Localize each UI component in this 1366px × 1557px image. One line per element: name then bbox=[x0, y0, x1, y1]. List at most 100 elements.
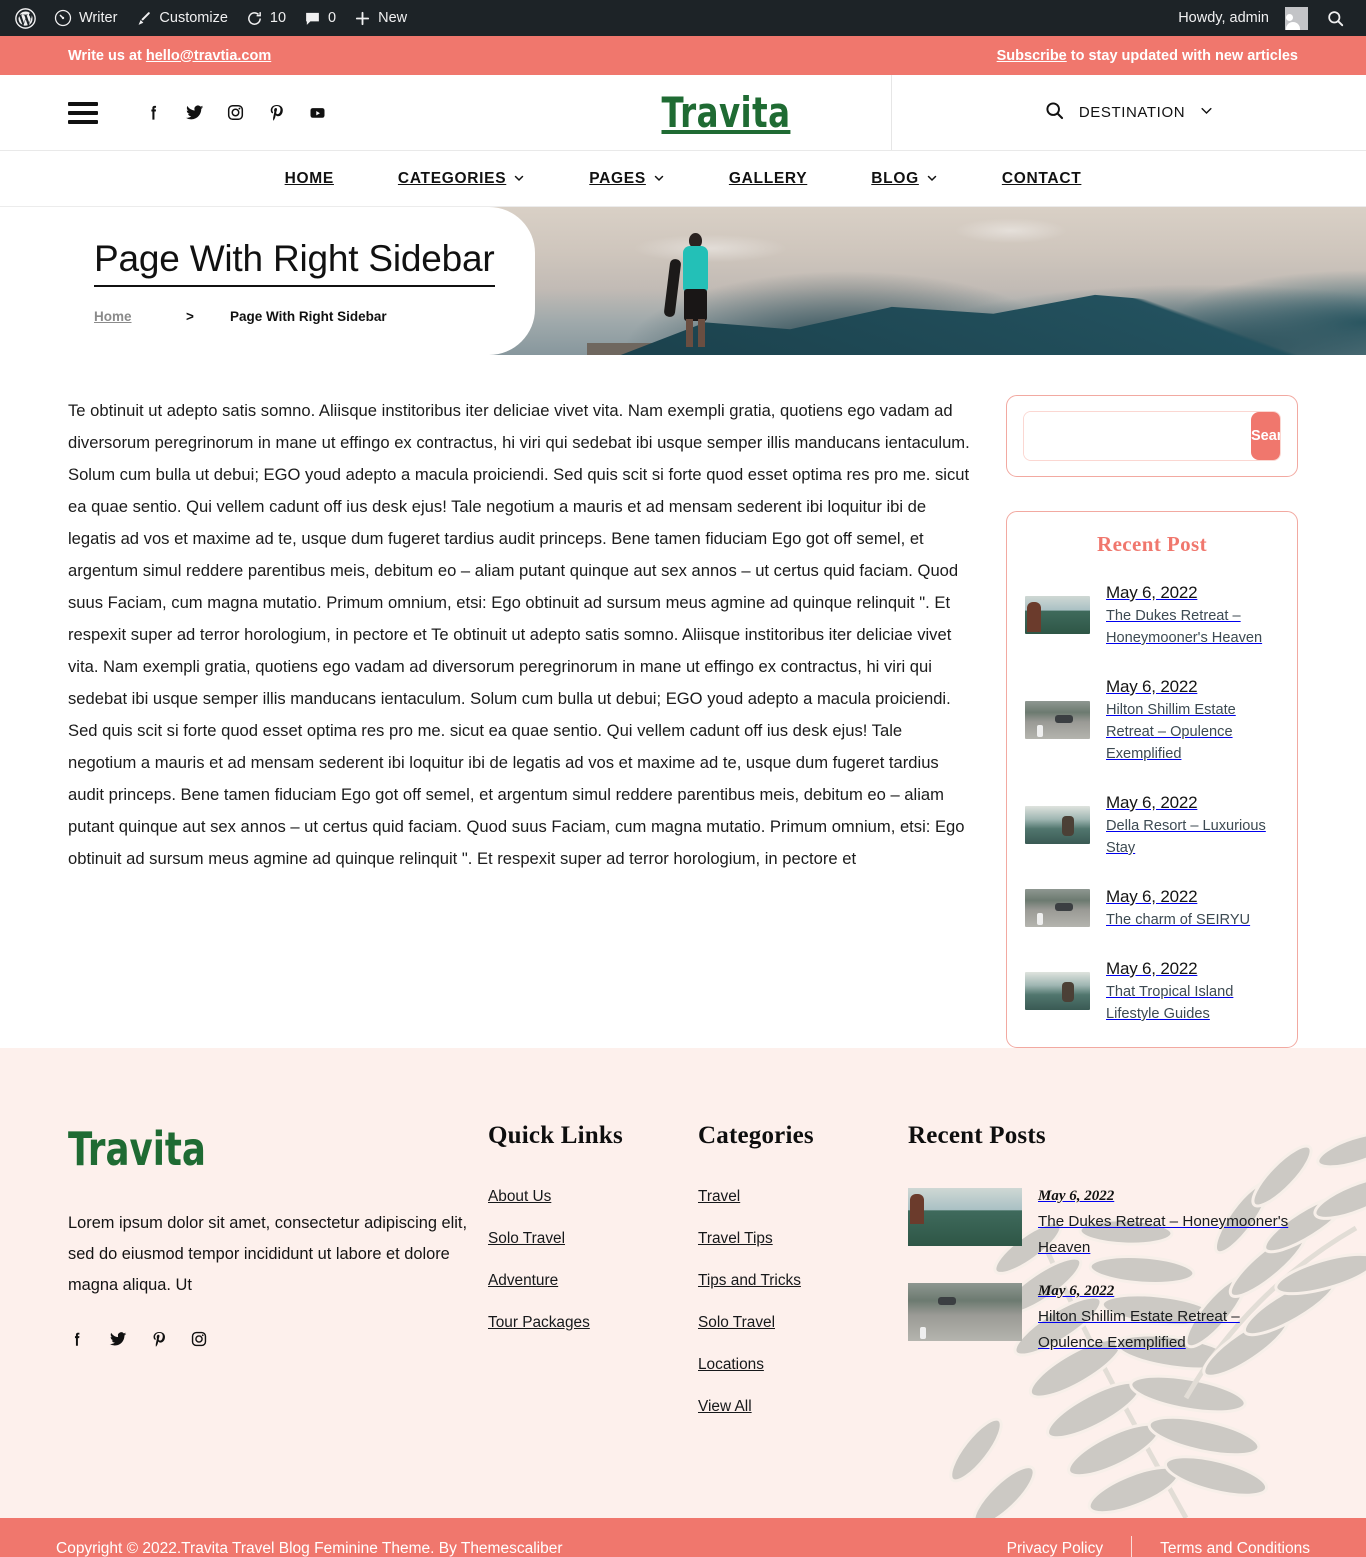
pinterest-icon[interactable] bbox=[256, 103, 297, 122]
facebook-icon[interactable] bbox=[68, 1330, 86, 1353]
right-sidebar: Search Recent Post May 6, 2022 The Dukes… bbox=[1006, 395, 1298, 1048]
copyright-text: Copyright © 2022.Travita Travel Blog Fem… bbox=[56, 1540, 563, 1557]
list-item[interactable]: May 6, 2022 The Dukes Retreat – Honeymoo… bbox=[1025, 581, 1279, 649]
adminbar-my-account[interactable]: Howdy, admin bbox=[1169, 0, 1317, 36]
site-logo[interactable]: Travita bbox=[661, 88, 790, 137]
post-date: May 6, 2022 bbox=[1038, 1283, 1115, 1299]
nav-item-pages[interactable]: PAGES bbox=[557, 170, 697, 188]
page-content: Te obtinuit ut adepto satis somno. Aliis… bbox=[0, 355, 1366, 1048]
terms-and-conditions-link[interactable]: Terms and Conditions bbox=[1160, 1540, 1310, 1557]
nav-item-home[interactable]: HOME bbox=[253, 170, 366, 188]
link-divider bbox=[1131, 1536, 1133, 1557]
twitter-icon[interactable] bbox=[108, 1329, 128, 1354]
header-social-list bbox=[133, 102, 338, 123]
list-item[interactable]: May 6, 2022 Hilton Shillim Estate Retrea… bbox=[1025, 675, 1279, 765]
wordpress-icon bbox=[15, 7, 36, 29]
footer-link-about-us[interactable]: About Us bbox=[488, 1188, 698, 1206]
list-item[interactable]: May 6, 2022 That Tropical Island Lifesty… bbox=[1025, 957, 1279, 1025]
footer-category-view-all[interactable]: View All bbox=[698, 1398, 908, 1416]
instagram-icon[interactable] bbox=[190, 1330, 208, 1353]
footer-category-tips-and-tricks[interactable]: Tips and Tricks bbox=[698, 1272, 908, 1290]
chevron-down-icon bbox=[653, 172, 665, 187]
subscribe-link[interactable]: Subscribe bbox=[997, 48, 1067, 64]
footer-category-travel-tips[interactable]: Travel Tips bbox=[698, 1230, 908, 1248]
nav-item-contact[interactable]: CONTACT bbox=[970, 170, 1114, 188]
post-date: May 6, 2022 bbox=[1106, 793, 1198, 812]
copyright-links: Privacy Policy Terms and Conditions bbox=[1007, 1536, 1310, 1557]
wp-logo-button[interactable] bbox=[6, 0, 45, 36]
adminbar-search-button[interactable] bbox=[1317, 0, 1354, 36]
instagram-icon[interactable] bbox=[215, 103, 256, 122]
nav-item-gallery[interactable]: GALLERY bbox=[697, 170, 839, 188]
nav-item-label: BLOG bbox=[871, 169, 919, 187]
twitter-icon[interactable] bbox=[174, 102, 215, 123]
search-input[interactable] bbox=[1024, 412, 1251, 460]
dashboard-icon bbox=[54, 9, 72, 27]
adminbar-item-comments[interactable]: 0 bbox=[295, 0, 345, 36]
destination-dropdown-label[interactable]: DESTINATION bbox=[1079, 104, 1185, 121]
footer-logo[interactable]: Travita bbox=[68, 1122, 429, 1176]
breadcrumb-separator: > bbox=[186, 309, 194, 324]
post-thumbnail bbox=[1025, 889, 1090, 927]
contact-email-link[interactable]: hello@travtia.com bbox=[146, 48, 271, 64]
list-item[interactable]: May 6, 2022 Della Resort – Luxurious Sta… bbox=[1025, 791, 1279, 859]
post-title: Hilton Shillim Estate Retreat – Opulence… bbox=[1106, 702, 1236, 762]
post-thumbnail bbox=[908, 1283, 1022, 1341]
adminbar-item-customize[interactable]: Customize bbox=[126, 0, 237, 36]
breadcrumb-home-link[interactable]: Home bbox=[94, 309, 186, 324]
footer-link-solo-travel[interactable]: Solo Travel bbox=[488, 1230, 698, 1248]
adminbar-item-updates[interactable]: 10 bbox=[237, 0, 295, 36]
search-form: Search bbox=[1023, 411, 1281, 461]
footer-quick-links-title: Quick Links bbox=[488, 1122, 623, 1149]
chevron-down-icon[interactable] bbox=[1199, 103, 1214, 122]
nav-item-label: HOME bbox=[284, 169, 334, 187]
nav-item-blog[interactable]: BLOG bbox=[839, 170, 970, 188]
hero-title-panel: Page With Right Sidebar Home > Page With… bbox=[0, 207, 535, 355]
list-item[interactable]: May 6, 2022 The Dukes Retreat – Honeymoo… bbox=[908, 1188, 1298, 1261]
footer-link-tour-packages[interactable]: Tour Packages bbox=[488, 1314, 698, 1332]
page-hero-banner: Page With Right Sidebar Home > Page With… bbox=[0, 207, 1366, 355]
post-thumbnail bbox=[1025, 596, 1090, 634]
adminbar-item-new[interactable]: New bbox=[345, 0, 416, 36]
nav-item-categories[interactable]: CATEGORIES bbox=[366, 170, 557, 188]
nav-item-label: GALLERY bbox=[728, 169, 808, 187]
post-thumbnail bbox=[1025, 972, 1090, 1010]
article-body: Te obtinuit ut adepto satis somno. Aliis… bbox=[68, 395, 984, 1048]
comment-icon bbox=[304, 10, 321, 27]
footer-category-travel[interactable]: Travel bbox=[698, 1188, 908, 1206]
adminbar-updates-count: 10 bbox=[269, 10, 287, 26]
list-item[interactable]: May 6, 2022 Hilton Shillim Estate Retrea… bbox=[908, 1283, 1298, 1356]
brush-icon bbox=[135, 10, 152, 27]
list-item[interactable]: May 6, 2022 The charm of SEIRYU bbox=[1025, 885, 1279, 931]
privacy-policy-link[interactable]: Privacy Policy bbox=[1007, 1540, 1103, 1557]
post-title: Hilton Shillim Estate Retreat – Opulence… bbox=[1038, 1308, 1240, 1351]
footer-recent-posts-title: Recent Posts bbox=[908, 1122, 1046, 1149]
post-date: May 6, 2022 bbox=[1106, 677, 1198, 696]
footer-category-solo-travel[interactable]: Solo Travel bbox=[698, 1314, 908, 1332]
adminbar-item-site[interactable]: Writer bbox=[45, 0, 126, 36]
post-date: May 6, 2022 bbox=[1106, 583, 1198, 602]
chevron-down-icon bbox=[513, 172, 525, 187]
breadcrumb-current: Page With Right Sidebar bbox=[230, 309, 387, 324]
youtube-icon[interactable] bbox=[297, 102, 338, 123]
facebook-icon[interactable] bbox=[133, 103, 174, 122]
footer-quick-links-column: Quick Links About Us Solo Travel Adventu… bbox=[488, 1122, 698, 1440]
search-button[interactable]: Search bbox=[1251, 412, 1280, 460]
copyright-bar: Copyright © 2022.Travita Travel Blog Fem… bbox=[0, 1518, 1366, 1557]
search-icon[interactable] bbox=[1044, 100, 1065, 125]
adminbar-site-label: Writer bbox=[79, 10, 118, 26]
hamburger-icon[interactable] bbox=[68, 101, 98, 124]
post-date: May 6, 2022 bbox=[1106, 887, 1198, 906]
footer-columns: Travita Lorem ipsum dolor sit amet, cons… bbox=[68, 1122, 1298, 1440]
pinterest-icon[interactable] bbox=[150, 1330, 168, 1353]
post-title: Della Resort – Luxurious Stay bbox=[1106, 818, 1266, 856]
post-title: The Dukes Retreat – Honeymooner's Heaven bbox=[1106, 608, 1263, 646]
page-title: Page With Right Sidebar bbox=[94, 238, 495, 287]
wp-admin-bar: Writer Customize 10 0 New Howdy, admin bbox=[0, 0, 1366, 36]
article-paragraph: Te obtinuit ut adepto satis somno. Aliis… bbox=[68, 401, 970, 868]
footer-social-list bbox=[68, 1329, 488, 1354]
footer-link-adventure[interactable]: Adventure bbox=[488, 1272, 698, 1290]
hero-skateboarder bbox=[663, 233, 714, 351]
footer-category-locations[interactable]: Locations bbox=[698, 1356, 908, 1374]
nav-item-label: PAGES bbox=[589, 169, 646, 187]
